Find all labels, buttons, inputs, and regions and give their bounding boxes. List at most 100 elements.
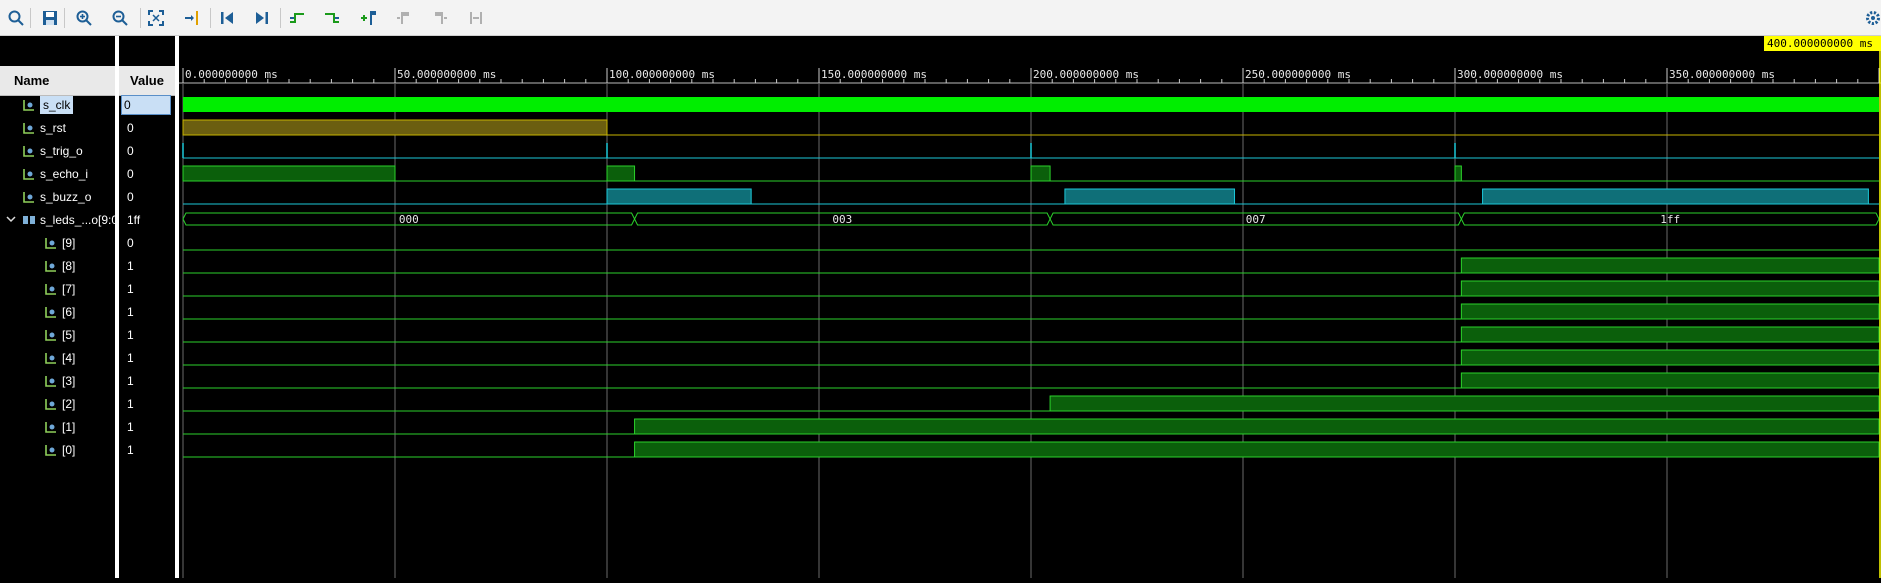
signal-icon bbox=[22, 144, 36, 158]
signal-name-row[interactable]: [5] bbox=[44, 323, 75, 346]
signal-value-row[interactable]: 1 bbox=[121, 415, 134, 438]
signal-icon bbox=[44, 420, 58, 434]
signal-name-row[interactable]: [9] bbox=[44, 231, 75, 254]
value-column-header[interactable]: Value bbox=[119, 66, 175, 96]
signal-name-row[interactable]: s_rst bbox=[22, 116, 66, 139]
signal-value-label: 1 bbox=[127, 419, 134, 434]
signal-name-label: [8] bbox=[62, 258, 76, 273]
signal-value-label: 1ff bbox=[127, 212, 141, 227]
signal-name-label: [1] bbox=[62, 419, 76, 434]
signal-name-row[interactable]: [7] bbox=[44, 277, 75, 300]
chevron-down-icon[interactable] bbox=[6, 213, 16, 227]
swap-cursors-icon[interactable] bbox=[464, 6, 488, 30]
signal-icon bbox=[44, 259, 58, 273]
signal-value-row[interactable]: 0 bbox=[121, 231, 134, 254]
waveform-toolbar bbox=[0, 0, 1881, 36]
bus-value-label: 007 bbox=[1246, 213, 1266, 226]
signal-name-row[interactable]: s_leds_...o[9:0 bbox=[6, 208, 118, 231]
bit-high bbox=[1460, 303, 1880, 320]
signal-name-label: [9] bbox=[62, 235, 76, 250]
next-transition-icon[interactable] bbox=[320, 6, 344, 30]
bus-value-label: 000 bbox=[399, 213, 419, 226]
signal-value-label: 0 bbox=[127, 143, 134, 158]
ruler-tick-label: 250.000000000 ms bbox=[1245, 68, 1351, 81]
signal-value-row[interactable]: 1 bbox=[121, 300, 134, 323]
signal-name-label: [6] bbox=[62, 304, 76, 319]
signal-value-row[interactable]: 0 bbox=[121, 139, 134, 162]
waveform-view[interactable]: 0.000000000 ms 50.000000000 ms 100.0000000… bbox=[179, 36, 1881, 578]
signal-name-label: [5] bbox=[62, 327, 76, 342]
signal-value-label: 1 bbox=[127, 304, 134, 319]
signal-name-row[interactable]: [4] bbox=[44, 346, 75, 369]
echo-high bbox=[182, 165, 396, 182]
signal-value-row[interactable]: 1 bbox=[121, 277, 134, 300]
echo-high bbox=[1454, 165, 1462, 182]
signal-name-row[interactable]: s_trig_o bbox=[22, 139, 83, 162]
signal-icon bbox=[22, 98, 36, 112]
signal-value-label: 1 bbox=[127, 258, 134, 273]
save-icon[interactable] bbox=[38, 6, 62, 30]
signal-value-row[interactable]: 1 bbox=[121, 392, 134, 415]
signal-icon bbox=[22, 190, 36, 204]
signal-name-label: s_trig_o bbox=[40, 143, 83, 158]
bus-signal-icon bbox=[22, 213, 36, 227]
zoom-in-icon[interactable] bbox=[72, 6, 96, 30]
bit-high bbox=[1460, 257, 1880, 274]
signal-value-label: 0 bbox=[127, 235, 134, 250]
signal-value-label: 0 bbox=[121, 94, 171, 115]
cursor-time-label: 400.000000000 ms bbox=[1767, 37, 1873, 50]
buzz-high bbox=[1064, 188, 1236, 205]
signal-name-row[interactable]: s_buzz_o bbox=[22, 185, 91, 208]
bus-value-label: 1ff bbox=[1660, 213, 1680, 226]
signal-value-label: 0 bbox=[127, 166, 134, 181]
signal-value-label: 1 bbox=[127, 396, 134, 411]
signal-value-row[interactable]: 1 bbox=[121, 254, 134, 277]
buzz-high bbox=[1482, 188, 1869, 205]
signal-value-row[interactable]: 1 bbox=[121, 323, 134, 346]
go-to-end-icon[interactable] bbox=[250, 6, 274, 30]
signal-name-row[interactable]: [1] bbox=[44, 415, 75, 438]
previous-marker-icon[interactable] bbox=[392, 6, 416, 30]
go-to-start-icon[interactable] bbox=[215, 6, 239, 30]
signal-name-row[interactable]: s_clk bbox=[22, 93, 74, 116]
signal-value-row[interactable]: 1 bbox=[121, 346, 134, 369]
signal-name-row[interactable]: s_echo_i bbox=[22, 162, 88, 185]
buzz-high bbox=[606, 188, 752, 205]
waveform-canvas[interactable]: 0.000000000 ms 50.000000000 ms 100.0000000… bbox=[179, 36, 1881, 578]
signal-name-row[interactable]: [2] bbox=[44, 392, 75, 415]
signal-value-row[interactable]: 0 bbox=[121, 93, 171, 116]
signal-icon bbox=[44, 305, 58, 319]
signal-name-label: [0] bbox=[62, 442, 76, 457]
signal-icon bbox=[44, 397, 58, 411]
signal-name-row[interactable]: [8] bbox=[44, 254, 75, 277]
name-column-header[interactable]: Name bbox=[0, 66, 115, 96]
previous-transition-icon[interactable] bbox=[285, 6, 309, 30]
reset-high bbox=[182, 119, 608, 136]
ruler-tick-label: 350.000000000 ms bbox=[1669, 68, 1775, 81]
signal-icon bbox=[44, 236, 58, 250]
signal-value-row[interactable]: 1ff bbox=[121, 208, 140, 231]
signal-value-row[interactable]: 0 bbox=[121, 185, 134, 208]
signal-value-row[interactable]: 0 bbox=[121, 116, 134, 139]
gear-icon[interactable] bbox=[1865, 10, 1881, 26]
ruler-tick-label: 0.000000000 ms bbox=[185, 68, 278, 81]
echo-high bbox=[1030, 165, 1051, 182]
signal-value-label: 1 bbox=[127, 442, 134, 457]
clock-waveform bbox=[183, 97, 1879, 112]
signal-name-row[interactable]: [6] bbox=[44, 300, 75, 323]
bit-high bbox=[1460, 280, 1880, 297]
search-icon[interactable] bbox=[4, 6, 28, 30]
go-to-cursor-icon[interactable] bbox=[180, 6, 204, 30]
signal-value-label: 0 bbox=[127, 189, 134, 204]
add-marker-icon[interactable] bbox=[356, 6, 380, 30]
signal-value-row[interactable]: 1 bbox=[121, 438, 134, 461]
signal-name-row[interactable]: [0] bbox=[44, 438, 75, 461]
signal-value-row[interactable]: 1 bbox=[121, 369, 134, 392]
signal-name-row[interactable]: [3] bbox=[44, 369, 75, 392]
bit-high bbox=[634, 418, 1880, 435]
zoom-out-icon[interactable] bbox=[108, 6, 132, 30]
signal-value-row[interactable]: 0 bbox=[121, 162, 134, 185]
next-marker-icon[interactable] bbox=[428, 6, 452, 30]
zoom-fit-icon[interactable] bbox=[144, 6, 168, 30]
signal-value-label: 0 bbox=[127, 120, 134, 135]
